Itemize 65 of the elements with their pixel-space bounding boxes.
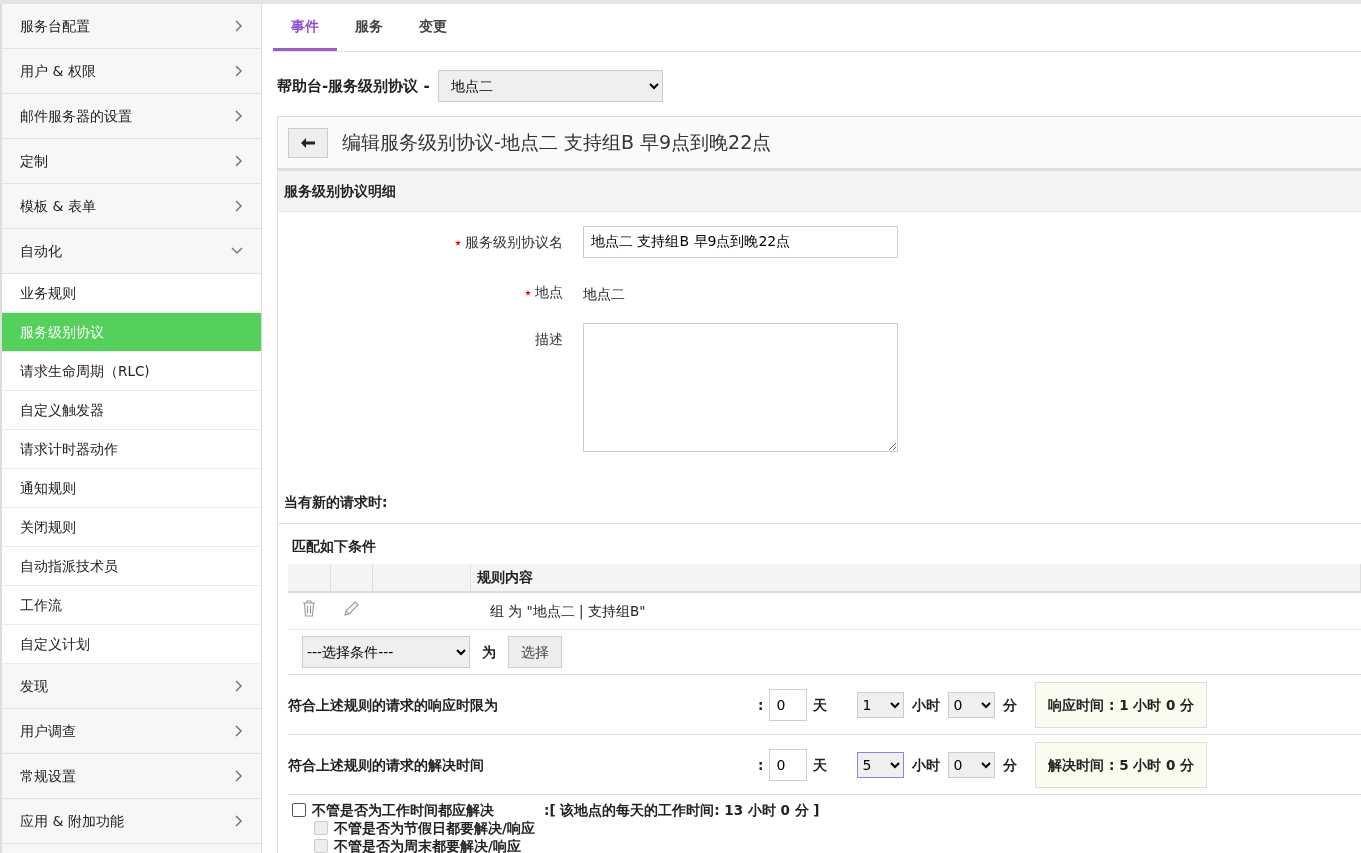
minutes-select[interactable]: 0 xyxy=(948,751,996,778)
field-label: 服务级别协议名 xyxy=(465,234,563,251)
time-label: 符合上述规则的请求的响应时限为 xyxy=(288,695,499,715)
unit-label: 天 xyxy=(813,695,828,715)
description-field[interactable] xyxy=(583,323,898,453)
sidebar-subitem[interactable]: 业务规则 xyxy=(2,274,261,313)
sidebar-subitem[interactable]: 请求计时器动作 xyxy=(2,430,261,469)
hours-select[interactable]: 1 xyxy=(857,691,905,718)
sidebar-item[interactable]: 用户 & 权限 xyxy=(2,49,261,94)
condition-select[interactable]: ---选择条件--- xyxy=(302,636,470,669)
sidebar-item[interactable]: 常规设置 xyxy=(2,754,261,799)
sidebar-subitem[interactable]: 关闭规则 xyxy=(2,508,261,547)
colon-label: : xyxy=(758,695,764,715)
rule-text: 组 为 "地点二 | 支持组B" xyxy=(490,602,646,619)
unit-label: 小时 xyxy=(912,755,941,775)
checkbox[interactable] xyxy=(292,803,306,818)
trash-icon[interactable] xyxy=(302,599,316,617)
checkbox-label: 不管是否为周末都要解决/响应 xyxy=(334,837,521,853)
sidebar-subitem[interactable]: 通知规则 xyxy=(2,469,261,508)
location-select[interactable]: 地点二 xyxy=(437,70,663,102)
back-button[interactable] xyxy=(288,127,328,158)
column-header: 规则内容 xyxy=(470,563,1361,592)
pencil-icon[interactable] xyxy=(342,599,360,617)
days-field[interactable]: 0 xyxy=(769,688,808,721)
checkbox-label: 不管是否为节假日都要解决/响应 xyxy=(334,819,535,838)
is-label: 为 xyxy=(482,642,496,662)
select-button[interactable]: 选择 xyxy=(508,636,562,669)
minutes-select[interactable]: 0 xyxy=(948,691,996,718)
days-field[interactable]: 0 xyxy=(769,748,808,781)
unit-label: 天 xyxy=(813,755,828,775)
subheading: 匹配如下条件 xyxy=(291,536,377,556)
section-heading: 当有新的请求时: xyxy=(278,482,1361,524)
hours-select[interactable]: 5 xyxy=(857,751,905,778)
field-label: 描述 xyxy=(535,331,563,348)
sidebar-subitem[interactable]: 自动指派技术员 xyxy=(2,547,261,586)
tab[interactable]: 变更 xyxy=(401,4,465,51)
page-title: 帮助台-服务级别协议 - xyxy=(277,75,430,97)
sidebar-subitem[interactable]: 请求生命周期（RLC) xyxy=(2,352,261,391)
sidebar-subitem[interactable]: 自定义计划 xyxy=(2,625,261,664)
time-summary: 响应时间 : 1 小时 0 分 xyxy=(1035,681,1208,728)
sidebar-item[interactable]: 发现 xyxy=(2,664,261,709)
sidebar-item[interactable]: 定制 xyxy=(2,139,261,184)
arrow-left-icon xyxy=(300,136,316,149)
unit-label: 分 xyxy=(1003,695,1018,715)
section-heading: 服务级别协议明细 xyxy=(278,171,1361,213)
time-summary: 解决时间 : 5 小时 0 分 xyxy=(1035,741,1208,788)
sidebar-item[interactable]: 服务台配置 xyxy=(2,4,261,49)
working-hours-note: :[ 该地点的每天的工作时间: 13 小时 0 分 ] xyxy=(544,801,820,820)
sidebar-item[interactable]: 用户调查 xyxy=(2,709,261,754)
tab[interactable]: 服务 xyxy=(337,4,401,51)
sidebar-item[interactable]: 应用 & 附加功能 xyxy=(2,799,261,844)
panel-title: 编辑服务级别协议-地点二 支持组B 早9点到晚22点 xyxy=(342,130,772,156)
checkbox-label: 不管是否为工作时间都应解决 xyxy=(312,801,494,820)
sidebar-subitem[interactable]: 工作流 xyxy=(2,586,261,625)
time-label: 符合上述规则的请求的解决时间 xyxy=(288,755,485,775)
unit-label: 小时 xyxy=(912,695,941,715)
field-value: 地点二 xyxy=(583,285,625,305)
colon-label: : xyxy=(758,755,764,775)
tab[interactable]: 事件 xyxy=(273,4,337,51)
sidebar-subitem[interactable]: 自定义触发器 xyxy=(2,391,261,430)
sidebar-item[interactable]: 邮件服务器的设置 xyxy=(2,94,261,139)
sidebar-item[interactable]: 模板 & 表单 xyxy=(2,184,261,229)
unit-label: 分 xyxy=(1003,755,1018,775)
field-label: 地点 xyxy=(535,284,563,301)
text-field[interactable]: 地点二 支持组B 早9点到晚22点 xyxy=(583,226,898,259)
